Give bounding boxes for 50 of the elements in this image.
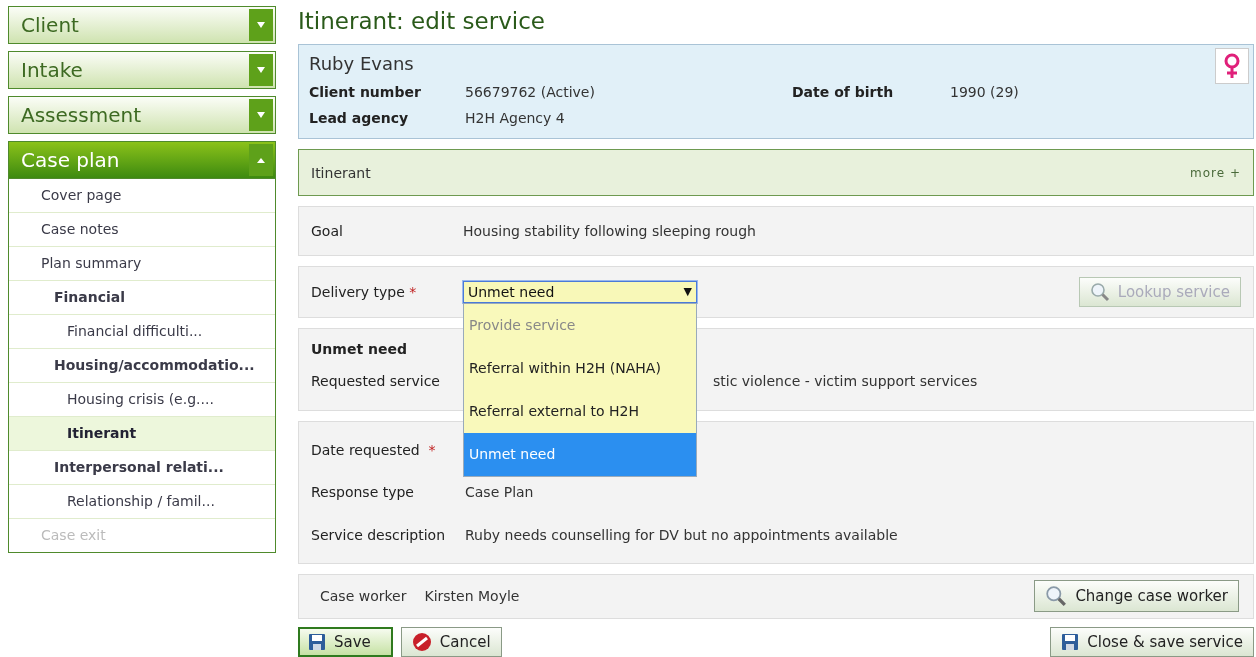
field-value: 1990 (29) [950, 84, 1020, 100]
dropdown-option[interactable]: Referral external to H2H [464, 389, 696, 433]
field-value: Kirsten Moyle [424, 588, 520, 605]
field-label: Lead agency [309, 110, 410, 126]
delivery-type-select[interactable]: Unmet need ▼ [463, 280, 697, 303]
section-header[interactable]: Client [8, 6, 276, 44]
search-icon [1045, 585, 1068, 608]
close-and-save-button[interactable]: Close & save service [1050, 627, 1254, 657]
field-value: Case Plan [465, 484, 534, 501]
field-label: Date requested * [311, 441, 437, 458]
field-label: Requested service [311, 373, 441, 390]
nav-item[interactable]: Financial [9, 281, 275, 315]
cancel-button[interactable]: Cancel [400, 627, 502, 657]
field-label: Delivery type * [311, 283, 418, 300]
more-link[interactable]: more + [1190, 165, 1241, 180]
female-icon [1215, 48, 1249, 84]
field-label: Date of birth [792, 84, 895, 100]
section-header[interactable]: Intake [8, 51, 276, 89]
nav-item[interactable]: Housing/accommodatio... [9, 349, 275, 383]
nav-item[interactable]: Interpersonal relati... [9, 451, 275, 485]
client-name: Ruby Evans [309, 53, 415, 74]
search-icon [1089, 281, 1110, 302]
nav-item[interactable]: Itinerant [9, 417, 275, 451]
field-label: Goal [311, 223, 344, 240]
dropdown-option[interactable]: Referral within H2H (NAHA) [464, 346, 696, 390]
nav-item[interactable]: Cover page [9, 179, 275, 213]
field-label: Service description [311, 527, 447, 544]
field-label: Case worker [320, 588, 407, 605]
field-value: stic violence - victim support services [712, 373, 978, 390]
page-title: Itinerant: edit service [298, 7, 546, 36]
service-title: Itinerant [311, 164, 371, 181]
caret-icon [256, 111, 266, 119]
nav-item[interactable]: Relationship / famil... [9, 485, 275, 519]
change-case-worker-button[interactable]: Change case worker [1034, 580, 1239, 613]
field-value: H2H Agency 4 [465, 110, 566, 126]
field-label: Response type [311, 484, 415, 501]
field-label: Client number [309, 84, 422, 100]
nav-item[interactable]: Case notes [9, 213, 275, 247]
caret-icon [256, 21, 266, 29]
caret-icon [256, 156, 266, 164]
field-value: Housing stability following sleeping rough [463, 223, 756, 240]
save-button[interactable]: Save [298, 627, 393, 657]
caret-icon [256, 66, 266, 74]
section-heading: Unmet need [311, 341, 408, 358]
section-header[interactable]: Assessment [8, 96, 276, 134]
nav-item[interactable]: Plan summary [9, 247, 275, 281]
field-value: Ruby needs counselling for DV but no appointments available [465, 527, 898, 544]
field-value: 56679762 (Active) [465, 84, 596, 100]
nav-item[interactable]: Financial difficulti... [9, 315, 275, 349]
cancel-icon [411, 632, 432, 652]
